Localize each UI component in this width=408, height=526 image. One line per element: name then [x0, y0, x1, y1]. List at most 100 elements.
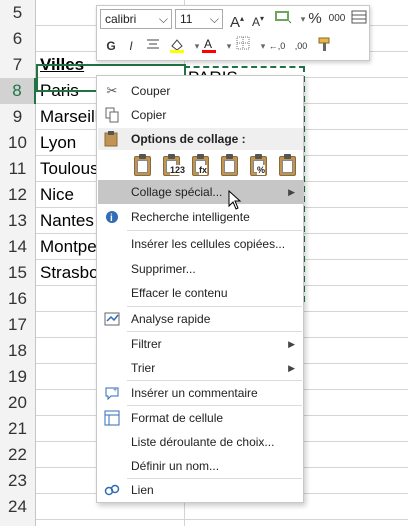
context-menu: ✂ Couper Copier Options de collage : 123…: [96, 75, 304, 503]
menu-label: Lien: [131, 483, 154, 497]
menu-item-sort[interactable]: Trier ▶: [98, 356, 303, 380]
row-header[interactable]: 21: [0, 416, 36, 442]
comment-icon: +: [104, 385, 120, 401]
menu-item-copy[interactable]: Copier: [98, 103, 303, 127]
row-header[interactable]: 23: [0, 468, 36, 494]
link-icon: [104, 482, 120, 498]
row-header[interactable]: 20: [0, 390, 36, 416]
menu-label: Copier: [131, 108, 167, 122]
quick-analysis-icon: [104, 311, 120, 327]
menu-label: Trier: [131, 361, 156, 375]
row-header[interactable]: 18: [0, 338, 36, 364]
menu-label: Analyse rapide: [131, 312, 211, 326]
menu-label: Insérer un commentaire: [131, 386, 258, 400]
row-header[interactable]: 15: [0, 260, 36, 286]
smart-lookup-icon: i: [104, 209, 120, 225]
menu-item-insert-comment[interactable]: + Insérer un commentaire: [98, 381, 303, 405]
row-header[interactable]: 8: [0, 78, 36, 104]
font-color-icon[interactable]: A: [199, 36, 219, 56]
menu-label: Filtrer: [131, 337, 162, 351]
decrease-decimal-button[interactable]: ,00: [291, 36, 311, 56]
paste-formatting-icon[interactable]: %: [247, 154, 271, 180]
menu-item-link[interactable]: Lien: [98, 478, 303, 502]
chevron-down-icon: ⌵: [209, 12, 219, 26]
row-header[interactable]: 24: [0, 494, 36, 520]
table-format-icon[interactable]: [349, 9, 369, 29]
paste-options-icons: 123 fx%: [127, 152, 302, 182]
row-header[interactable]: 6: [0, 26, 36, 52]
paste-badge: 123: [170, 165, 186, 175]
menu-label: Définir un nom...: [131, 459, 220, 473]
menu-item-insert-copied[interactable]: Insérer les cellules copiées...: [98, 232, 303, 256]
font-size-combo[interactable]: 11 ⌵: [175, 9, 223, 29]
paste-link-icon[interactable]: [276, 154, 300, 180]
submenu-arrow-icon: ▶: [288, 339, 295, 349]
menu-item-paste-special[interactable]: Collage spécial... ▶: [98, 180, 303, 204]
format-painter-icon[interactable]: [315, 36, 335, 56]
menu-item-define-name[interactable]: Définir un nom...: [98, 454, 303, 478]
row-header[interactable]: 25: [0, 520, 36, 526]
menu-label: Insérer les cellules copiées...: [131, 237, 286, 251]
row-header[interactable]: 22: [0, 442, 36, 468]
row-header[interactable]: 17: [0, 312, 36, 338]
chevron-down-icon: ⌵: [158, 12, 168, 26]
italic-button[interactable]: I: [121, 36, 141, 56]
shrink-font-icon[interactable]: A▾: [248, 9, 268, 29]
row-header[interactable]: 7: [0, 52, 36, 78]
menu-label: Supprimer...: [131, 262, 196, 276]
paper-sheet: [224, 160, 235, 173]
menu-item-filter[interactable]: Filtrer ▶: [98, 332, 303, 356]
menu-item-dropdown-list[interactable]: Liste déroulante de choix...: [98, 430, 303, 454]
row-header[interactable]: 11: [0, 156, 36, 182]
paper-sheet: [282, 160, 293, 173]
thousands-separator-button[interactable]: 000: [327, 9, 347, 29]
svg-text:A: A: [204, 37, 212, 51]
menu-label: Couper: [131, 84, 171, 98]
menu-item-cut[interactable]: ✂ Couper: [98, 79, 303, 103]
font-size-value: 11: [180, 12, 193, 26]
paste-formulas-icon[interactable]: fx: [189, 154, 213, 180]
align-center-icon[interactable]: [143, 36, 163, 56]
submenu-arrow-icon: ▶: [288, 187, 295, 197]
mini-toolbar: calibri ⌵ 11 ⌵ A▴ A▾ ▾ % 000 G I ▾ A ▾ ▾…: [96, 5, 370, 61]
shrink-font-glyph: A: [251, 15, 260, 29]
increase-decimal-button[interactable]: ←,0: [267, 36, 287, 56]
grow-font-icon[interactable]: A▴: [227, 9, 247, 31]
paste-transpose-icon[interactable]: [218, 154, 242, 180]
menu-divider: [127, 230, 302, 231]
row-header[interactable]: 9: [0, 104, 36, 130]
menu-item-delete[interactable]: Supprimer...: [98, 257, 303, 281]
borders-icon[interactable]: [233, 36, 253, 56]
percent-button[interactable]: %: [305, 9, 325, 29]
row-header[interactable]: 13: [0, 208, 36, 234]
submenu-arrow-icon: ▶: [288, 363, 295, 373]
row-header[interactable]: 5: [0, 0, 36, 26]
menu-item-clear[interactable]: Effacer le contenu: [98, 281, 303, 305]
copy-icon: [104, 107, 120, 123]
menu-label: Format de cellule: [131, 411, 224, 425]
row-header[interactable]: 16: [0, 286, 36, 312]
paper-sheet: [137, 160, 148, 173]
row-header[interactable]: 14: [0, 234, 36, 260]
row-header[interactable]: 12: [0, 182, 36, 208]
menu-item-format-cells[interactable]: Format de cellule: [98, 406, 303, 430]
row-header[interactable]: 19: [0, 364, 36, 390]
paste-icon[interactable]: [131, 154, 155, 180]
paste-badge: %: [257, 165, 266, 175]
paste-options-label: Options de collage :: [131, 132, 246, 146]
scissors-icon: ✂: [106, 83, 118, 98]
row-header[interactable]: 10: [0, 130, 36, 156]
bold-button[interactable]: G: [101, 36, 121, 56]
menu-label: Effacer le contenu: [131, 286, 228, 300]
number-format-icon[interactable]: [273, 9, 293, 29]
paste-values-icon[interactable]: 123: [160, 154, 186, 180]
paste-badge: fx: [199, 165, 208, 175]
menu-item-smart-lookup[interactable]: i Recherche intelligente: [98, 205, 303, 229]
cell-a[interactable]: [37, 520, 185, 526]
clipboard-icon: [104, 131, 118, 154]
fill-color-icon[interactable]: [167, 36, 187, 56]
menu-item-quick-analysis[interactable]: Analyse rapide: [98, 307, 303, 331]
svg-text:+: +: [113, 387, 117, 394]
menu-label: Liste déroulante de choix...: [131, 435, 275, 449]
font-name-combo[interactable]: calibri ⌵: [100, 9, 172, 29]
